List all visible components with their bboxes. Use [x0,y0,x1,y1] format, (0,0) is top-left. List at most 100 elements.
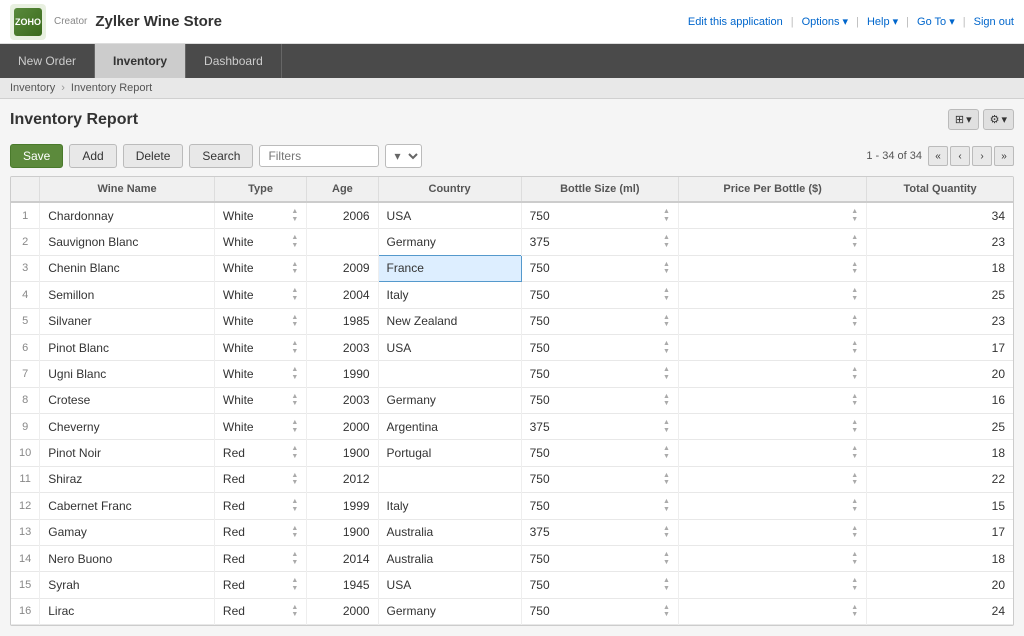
type-down-arrow[interactable]: ▼ [291,295,298,303]
bottle-down-arrow[interactable]: ▼ [663,532,670,540]
search-button[interactable]: Search [189,144,253,168]
nav-item-inventory[interactable]: Inventory [95,44,186,78]
signout-link[interactable]: Sign out [974,16,1014,28]
type-up-arrow[interactable]: ▲ [291,393,298,401]
type-up-arrow[interactable]: ▲ [291,604,298,612]
bottle-up-arrow[interactable]: ▲ [663,261,670,269]
type-up-arrow[interactable]: ▲ [291,287,298,295]
bottle-up-arrow[interactable]: ▲ [663,340,670,348]
bottle-up-arrow[interactable]: ▲ [663,525,670,533]
price-up-arrow[interactable]: ▲ [851,366,858,374]
type-down-arrow[interactable]: ▼ [291,216,298,224]
bottle-up-arrow[interactable]: ▲ [663,393,670,401]
price-down-arrow[interactable]: ▼ [851,321,858,329]
price-down-arrow[interactable]: ▼ [851,453,858,461]
type-up-arrow[interactable]: ▲ [291,551,298,559]
type-down-arrow[interactable]: ▼ [291,532,298,540]
price-up-arrow[interactable]: ▲ [851,340,858,348]
bottle-down-arrow[interactable]: ▼ [663,295,670,303]
price-up-arrow[interactable]: ▲ [851,551,858,559]
price-up-arrow[interactable]: ▲ [851,208,858,216]
price-down-arrow[interactable]: ▼ [851,268,858,276]
bottle-down-arrow[interactable]: ▼ [663,506,670,514]
type-down-arrow[interactable]: ▼ [291,321,298,329]
bottle-down-arrow[interactable]: ▼ [663,400,670,408]
bottle-down-arrow[interactable]: ▼ [663,453,670,461]
type-up-arrow[interactable]: ▲ [291,366,298,374]
next-page-button[interactable]: › [972,146,992,166]
bottle-up-arrow[interactable]: ▲ [663,498,670,506]
type-down-arrow[interactable]: ▼ [291,453,298,461]
price-down-arrow[interactable]: ▼ [851,585,858,593]
type-up-arrow[interactable]: ▲ [291,577,298,585]
price-up-arrow[interactable]: ▲ [851,577,858,585]
type-down-arrow[interactable]: ▼ [291,374,298,382]
type-up-arrow[interactable]: ▲ [291,261,298,269]
help-menu[interactable]: Help ▾ [867,15,898,28]
delete-button[interactable]: Delete [123,144,184,168]
type-up-arrow[interactable]: ▲ [291,208,298,216]
goto-menu[interactable]: Go To ▾ [917,15,955,28]
save-button[interactable]: Save [10,144,63,168]
bottle-down-arrow[interactable]: ▼ [663,216,670,224]
price-down-arrow[interactable]: ▼ [851,242,858,250]
bottle-up-arrow[interactable]: ▲ [663,366,670,374]
options-menu[interactable]: Options ▾ [802,15,849,28]
bottle-up-arrow[interactable]: ▲ [663,419,670,427]
type-down-arrow[interactable]: ▼ [291,242,298,250]
bottle-up-arrow[interactable]: ▲ [663,287,670,295]
prev-page-button[interactable]: ‹ [950,146,970,166]
type-down-arrow[interactable]: ▼ [291,348,298,356]
bottle-down-arrow[interactable]: ▼ [663,559,670,567]
price-down-arrow[interactable]: ▼ [851,295,858,303]
price-down-arrow[interactable]: ▼ [851,532,858,540]
price-down-arrow[interactable]: ▼ [851,400,858,408]
last-page-button[interactable]: » [994,146,1014,166]
price-down-arrow[interactable]: ▼ [851,216,858,224]
type-down-arrow[interactable]: ▼ [291,400,298,408]
type-up-arrow[interactable]: ▲ [291,525,298,533]
bottle-up-arrow[interactable]: ▲ [663,551,670,559]
price-up-arrow[interactable]: ▲ [851,445,858,453]
bottle-down-arrow[interactable]: ▼ [663,427,670,435]
type-up-arrow[interactable]: ▲ [291,472,298,480]
filter-dropdown[interactable]: ▾ [385,144,422,168]
type-up-arrow[interactable]: ▲ [291,419,298,427]
price-up-arrow[interactable]: ▲ [851,261,858,269]
bottle-down-arrow[interactable]: ▼ [663,374,670,382]
add-button[interactable]: Add [69,144,116,168]
price-up-arrow[interactable]: ▲ [851,498,858,506]
price-down-arrow[interactable]: ▼ [851,479,858,487]
price-up-arrow[interactable]: ▲ [851,314,858,322]
settings-button[interactable]: ⚙ ▾ [983,109,1014,130]
type-up-arrow[interactable]: ▲ [291,498,298,506]
type-up-arrow[interactable]: ▲ [291,314,298,322]
type-down-arrow[interactable]: ▼ [291,268,298,276]
price-up-arrow[interactable]: ▲ [851,419,858,427]
price-up-arrow[interactable]: ▲ [851,234,858,242]
bottle-down-arrow[interactable]: ▼ [663,268,670,276]
nav-item-new-order[interactable]: New Order [0,44,95,78]
filter-input[interactable] [259,145,379,167]
price-down-arrow[interactable]: ▼ [851,427,858,435]
type-up-arrow[interactable]: ▲ [291,340,298,348]
type-down-arrow[interactable]: ▼ [291,611,298,619]
type-down-arrow[interactable]: ▼ [291,427,298,435]
price-down-arrow[interactable]: ▼ [851,506,858,514]
breadcrumb-inventory[interactable]: Inventory [10,82,55,94]
price-up-arrow[interactable]: ▲ [851,525,858,533]
first-page-button[interactable]: « [928,146,948,166]
view-options-button[interactable]: ⊞ ▾ [948,109,979,130]
bottle-up-arrow[interactable]: ▲ [663,472,670,480]
price-up-arrow[interactable]: ▲ [851,287,858,295]
price-down-arrow[interactable]: ▼ [851,348,858,356]
type-down-arrow[interactable]: ▼ [291,506,298,514]
price-down-arrow[interactable]: ▼ [851,611,858,619]
type-up-arrow[interactable]: ▲ [291,445,298,453]
price-down-arrow[interactable]: ▼ [851,559,858,567]
type-down-arrow[interactable]: ▼ [291,559,298,567]
price-down-arrow[interactable]: ▼ [851,374,858,382]
price-up-arrow[interactable]: ▲ [851,393,858,401]
price-up-arrow[interactable]: ▲ [851,604,858,612]
bottle-up-arrow[interactable]: ▲ [663,445,670,453]
